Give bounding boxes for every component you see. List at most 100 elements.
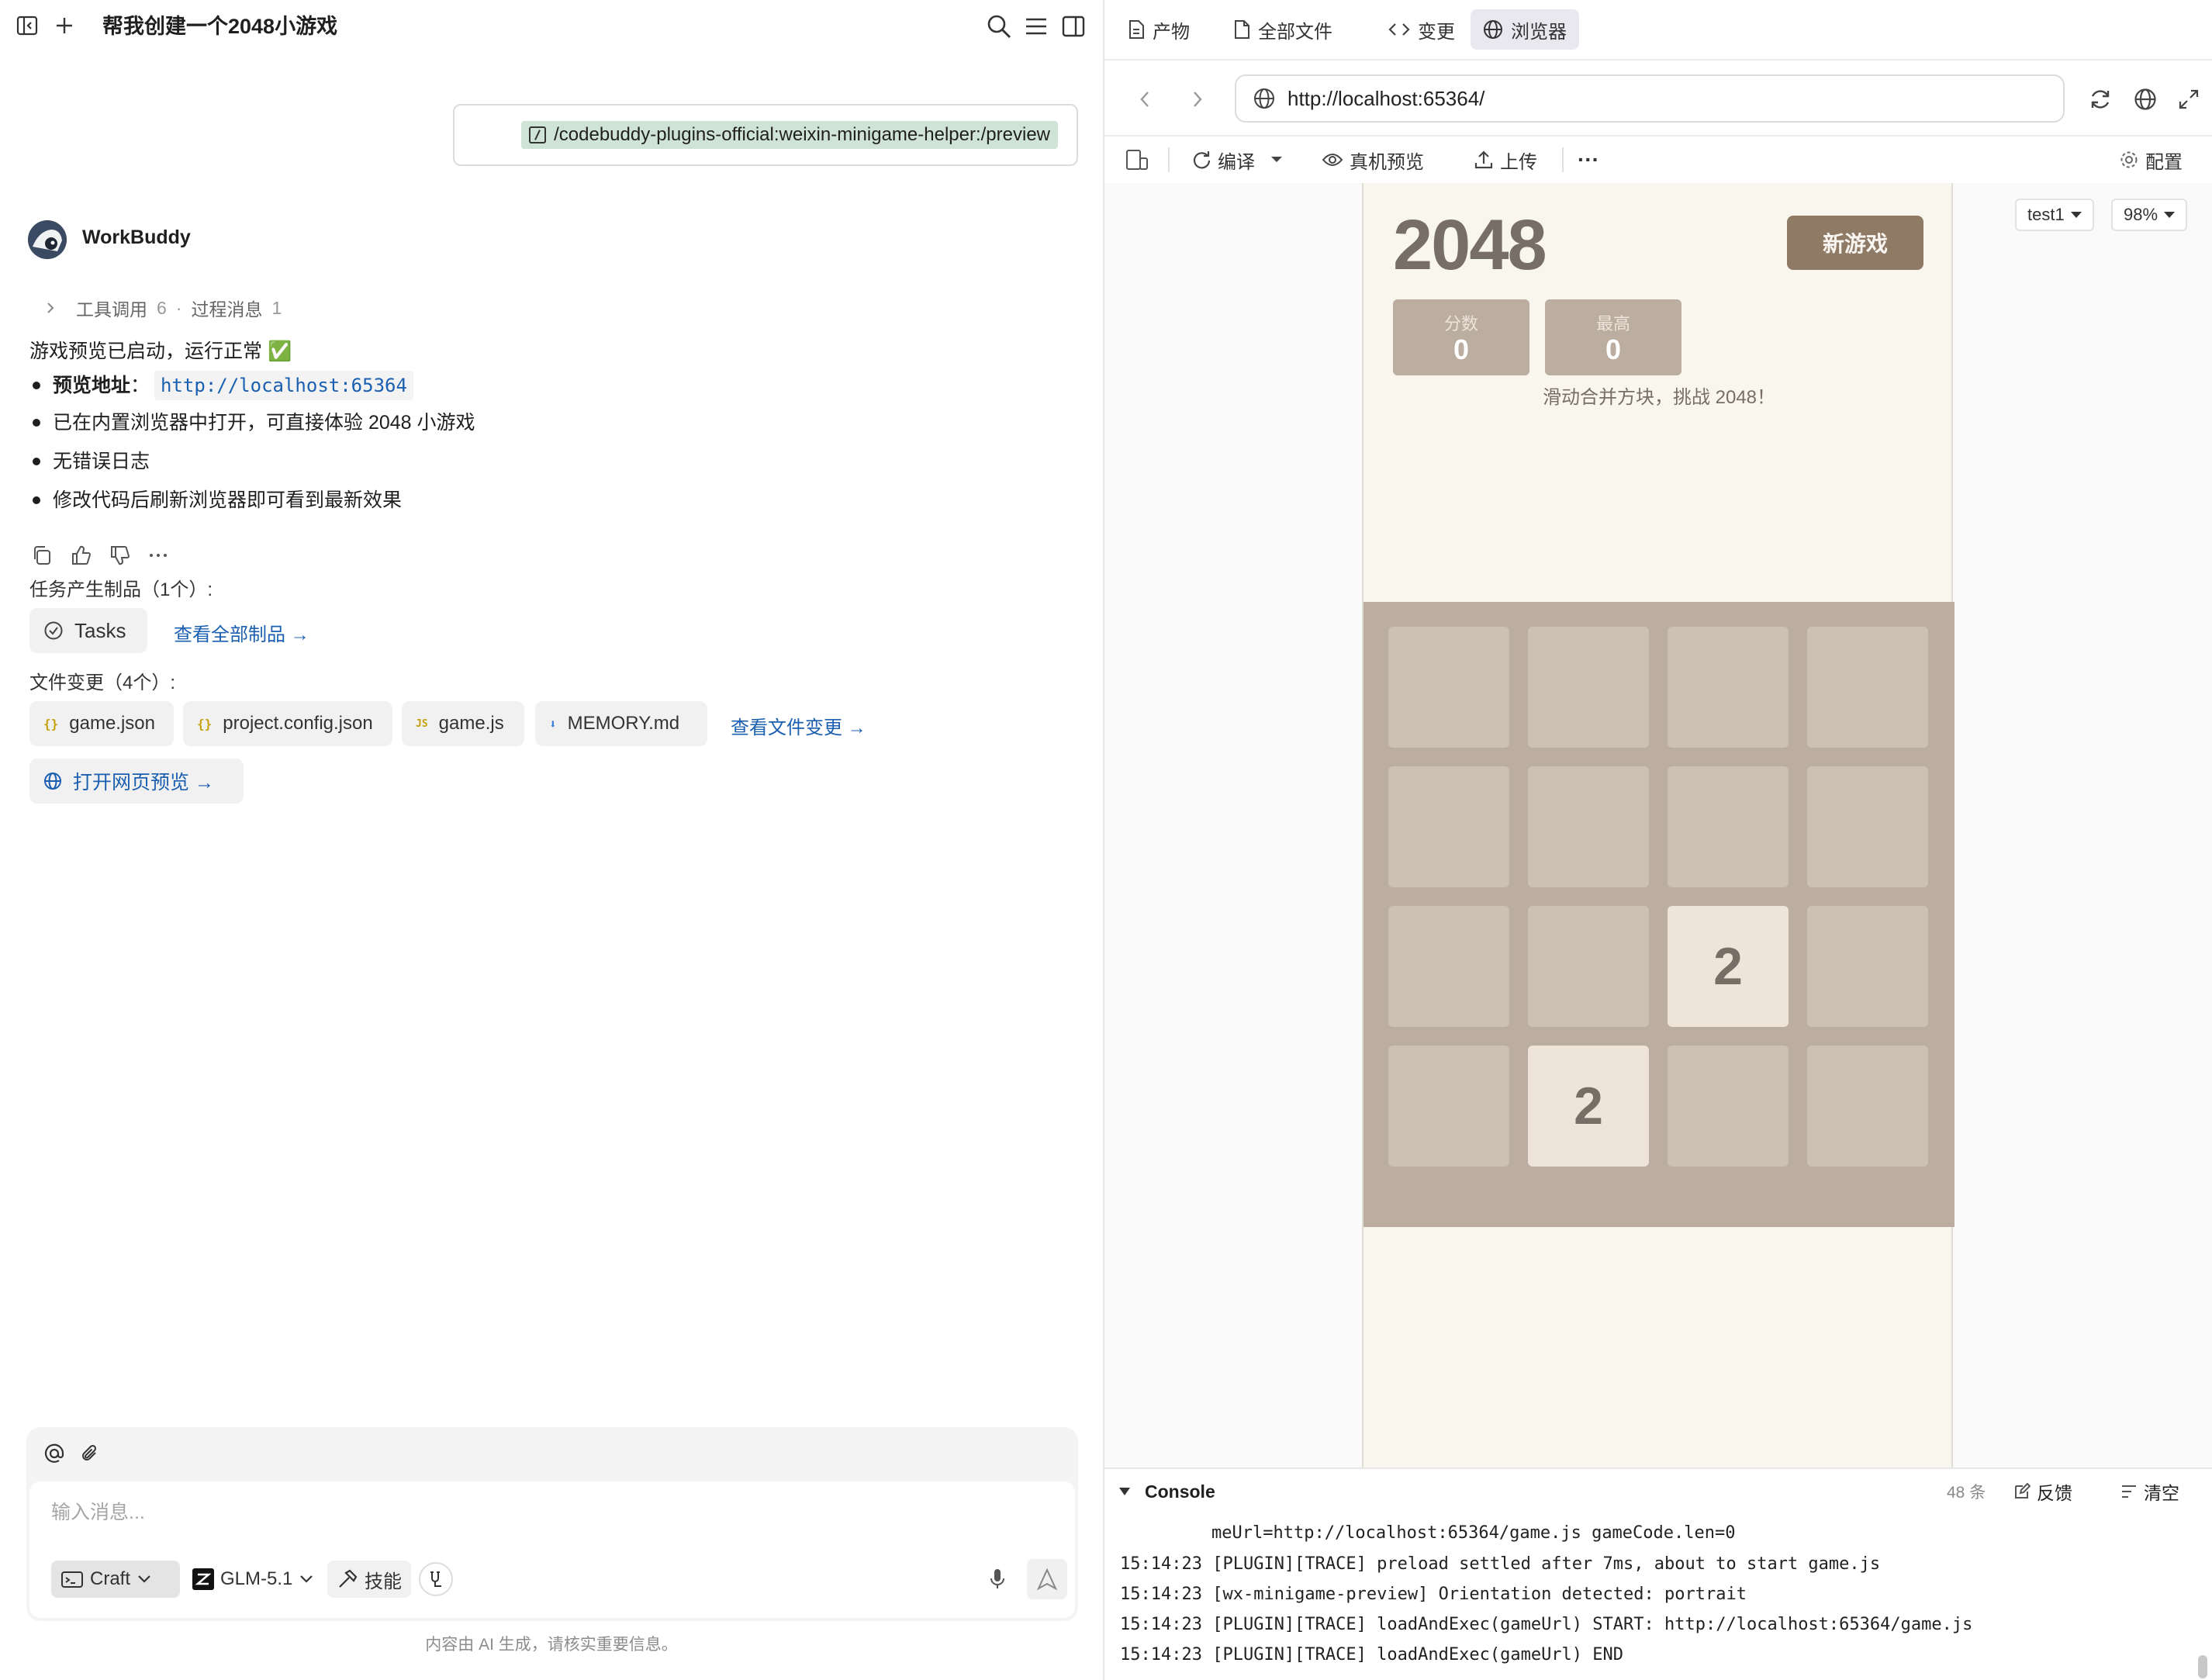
file-chip-memory-md[interactable]: ⬇ MEMORY.md xyxy=(535,701,707,746)
tab-browser[interactable]: 浏览器 xyxy=(1471,9,1579,50)
document-icon xyxy=(1128,19,1145,40)
file-chip-project-config[interactable]: {} project.config.json xyxy=(183,701,392,746)
check-circle-icon xyxy=(43,620,64,641)
score-label: 分数 xyxy=(1443,314,1478,334)
thumbs-down-icon[interactable] xyxy=(109,544,130,566)
empty-cell xyxy=(1807,906,1928,1027)
mention-icon[interactable] xyxy=(40,1440,68,1467)
view-file-changes-link[interactable]: 查看文件变更 → xyxy=(731,712,866,739)
new-game-button[interactable]: 新游戏 xyxy=(1787,216,1923,270)
best-value: 0 xyxy=(1605,334,1622,365)
artifact-chip-tasks[interactable]: Tasks xyxy=(29,608,147,653)
toggle-panel-icon[interactable] xyxy=(1058,11,1089,42)
tab-changes[interactable]: 变更 xyxy=(1376,9,1467,50)
mode-select[interactable]: Craft xyxy=(51,1561,180,1598)
model-label: GLM-5.1 xyxy=(220,1568,293,1589)
zoom-select[interactable]: 98% xyxy=(2111,199,2188,231)
list-menu-icon[interactable] xyxy=(1021,11,1052,42)
thumbs-up-icon[interactable] xyxy=(70,544,92,566)
refresh-icon[interactable] xyxy=(2083,82,2117,116)
bot-name: WorkBuddy xyxy=(82,226,191,248)
clear-button[interactable]: 清空 xyxy=(2120,1478,2179,1505)
tool-calls-summary[interactable]: 工具调用 6 · 过程消息 1 xyxy=(45,295,282,321)
log-line: 15:14:23 [PLUGIN][TRACE] loadAndExec(gam… xyxy=(1120,1645,1623,1664)
open-web-preview-button[interactable]: 打开网页预览 → xyxy=(29,759,244,804)
js-file-icon: JS xyxy=(416,717,428,730)
tab-artifacts[interactable]: 产物 xyxy=(1115,9,1202,50)
terminal-folder-icon xyxy=(60,1570,84,1588)
view-all-artifacts-link[interactable]: 查看全部制品 → xyxy=(174,619,309,646)
console-log[interactable]: meUrl=http://localhost:65364/game.js gam… xyxy=(1104,1516,2212,1680)
game-instructions: 滑动合并方块，挑战 2048！ xyxy=(1542,387,1776,408)
chevron-down-icon[interactable] xyxy=(1270,156,1283,164)
preview-pane: 产物 全部文件 变更 浏览器 http://localhost:65364/ 编… xyxy=(1104,0,2212,1680)
file-name: game.js xyxy=(438,713,504,734)
copy-icon[interactable] xyxy=(31,544,53,566)
empty-cell xyxy=(1388,1046,1509,1167)
collapse-triangle-icon[interactable] xyxy=(1118,1486,1131,1497)
console-scrollbar[interactable] xyxy=(2198,1655,2207,1678)
new-chat-icon[interactable] xyxy=(51,12,78,39)
compile-button[interactable]: 编译 xyxy=(1191,144,1283,175)
artifacts-label: 任务产生制品（1个）: xyxy=(29,579,213,600)
file-chip-game-json[interactable]: {} game.json xyxy=(29,701,174,746)
refresh-icon xyxy=(1191,150,1211,170)
log-time: 15:14:23 xyxy=(1120,1585,1202,1604)
list-item: 无错误日志 xyxy=(33,448,150,475)
send-icon[interactable] xyxy=(1027,1559,1067,1599)
process-label: 过程消息 xyxy=(191,299,263,320)
chevron-down-icon xyxy=(137,1574,152,1585)
log-count: 48 条 xyxy=(1947,1484,1986,1502)
device-select[interactable]: test1 xyxy=(2015,199,2094,231)
address-bar[interactable]: http://localhost:65364/ xyxy=(1235,74,2065,123)
config-button[interactable]: 配置 xyxy=(2119,144,2183,175)
bullet-text: 已在内置浏览器中打开，可直接体验 2048 小游戏 xyxy=(53,412,475,434)
status-text: 游戏预览已启动，运行正常 ✅ xyxy=(29,340,292,362)
tab-all-files[interactable]: 全部文件 xyxy=(1221,9,1345,50)
skills-button[interactable]: 技能 xyxy=(327,1561,411,1598)
clear-list-icon xyxy=(2120,1484,2138,1499)
feedback-button[interactable]: 反馈 xyxy=(2013,1478,2072,1505)
log-text: meUrl=http://localhost:65364/game.js gam… xyxy=(1211,1523,1736,1543)
globe-icon[interactable] xyxy=(2128,82,2162,116)
code-icon xyxy=(1388,21,1410,38)
hammer-icon xyxy=(337,1568,358,1590)
message-input-placeholder: 输入消息... xyxy=(51,1502,145,1523)
model-select[interactable]: GLM-5.1 xyxy=(183,1561,323,1598)
microphone-icon[interactable] xyxy=(982,1564,1013,1595)
chevron-down-icon xyxy=(299,1574,314,1585)
game-canvas[interactable]: 2048 新游戏 分数 0 最高 0 滑动合并方块，挑战 2048！ 22 xyxy=(1362,183,1955,1467)
search-icon[interactable] xyxy=(983,11,1014,42)
compile-label: 编译 xyxy=(1218,151,1255,173)
log-text: [PLUGIN][TRACE] loadAndExec(gameUrl) END xyxy=(1212,1645,1624,1664)
connector-icon[interactable] xyxy=(419,1562,453,1596)
message-input[interactable]: 输入消息... Craft GLM-5.1 技能 xyxy=(29,1481,1075,1618)
expand-icon[interactable] xyxy=(2172,82,2206,116)
toolbar-separator xyxy=(1562,147,1564,172)
forward-icon[interactable] xyxy=(1182,84,1213,115)
game-board[interactable]: 22 xyxy=(1363,602,1955,1227)
console-title: Console xyxy=(1145,1481,1215,1502)
device-toggle-icon[interactable] xyxy=(1125,144,1149,175)
empty-cell xyxy=(1668,627,1789,748)
paperclip-icon[interactable] xyxy=(76,1440,104,1467)
collapse-sidebar-icon[interactable] xyxy=(14,12,40,39)
list-item: 预览地址 ： http://localhost:65364 xyxy=(33,371,413,400)
log-time: 15:14:23 xyxy=(1120,1645,1202,1664)
back-icon[interactable] xyxy=(1129,84,1160,115)
device-preview-button[interactable]: 真机预览 xyxy=(1322,144,1424,175)
preview-url-label: 预览地址 xyxy=(53,375,131,396)
empty-cell xyxy=(1528,906,1649,1027)
open-web-preview-label: 打开网页预览 → xyxy=(73,772,214,793)
log-text: [wx-minigame-preview] Orientation detect… xyxy=(1212,1585,1747,1604)
tabs-divider xyxy=(1104,59,2212,60)
log-line: 15:14:23 [PLUGIN][TRACE] loadAndExec(gam… xyxy=(1120,1615,1972,1634)
empty-cell xyxy=(1807,766,1928,887)
file-chip-game-js[interactable]: JS game.js xyxy=(402,701,524,746)
game-tile: 2 xyxy=(1668,906,1789,1027)
list-item: 修改代码后刷新浏览器即可看到最新效果 xyxy=(33,487,402,513)
more-icon[interactable]: ··· xyxy=(1578,144,1599,175)
upload-button[interactable]: 上传 xyxy=(1474,144,1537,175)
more-icon[interactable] xyxy=(147,544,169,566)
preview-url-link[interactable]: http://localhost:65364 xyxy=(154,371,413,400)
